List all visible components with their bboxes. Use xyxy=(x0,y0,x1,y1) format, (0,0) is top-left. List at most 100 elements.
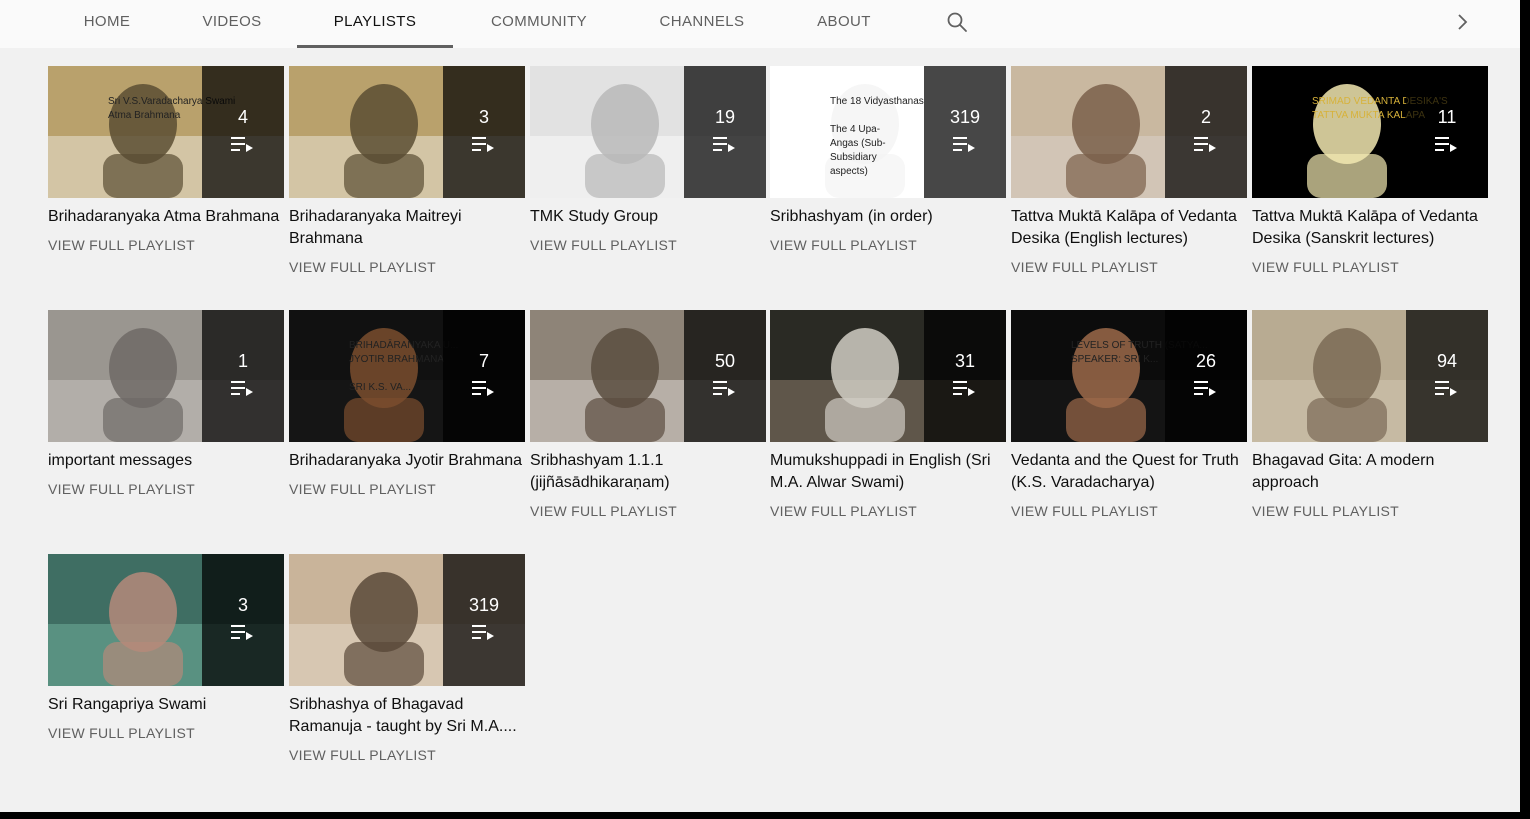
playlist-title[interactable]: Sribhashyam (in order) xyxy=(770,206,1006,228)
playlist-title[interactable]: Brihadaranyaka Atma Brahmana xyxy=(48,206,284,228)
playlist-count-overlay: 31 xyxy=(924,310,1006,442)
svg-text:SPEAKER: SRI K...: SPEAKER: SRI K... xyxy=(1071,354,1158,365)
playlist-thumbnail[interactable]: BRIHADĀRANYAKA U... JYOTIR BRAHMANA SRI K.… xyxy=(289,310,525,442)
svg-text:Subsidiary: Subsidiary xyxy=(830,152,877,163)
playlist-play-icon xyxy=(713,137,735,152)
playlist-card: 319 Sribhashya of Bhagavad Ramanuja - ta… xyxy=(289,554,525,763)
view-full-playlist-link[interactable]: VIEW FULL PLAYLIST xyxy=(1252,259,1488,275)
video-count: 26 xyxy=(1195,351,1217,371)
playlist-thumbnail[interactable]: SRIMAD VEDANTA DESIKA'S TATTVA MUKTA KALA… xyxy=(1252,66,1488,198)
playlist-title[interactable]: Vedanta and the Quest for Truth (K.S. Va… xyxy=(1011,450,1247,494)
playlist-title[interactable]: Tattva Muktā Kalāpa of Vedanta Desika (E… xyxy=(1011,206,1247,250)
playlist-count-overlay: 2 xyxy=(1165,66,1247,198)
playlist-thumbnail[interactable]: 19 xyxy=(530,66,766,198)
playlist-card: 1 important messages VIEW FULL PLAYLIST xyxy=(48,310,284,497)
playlist-card: LEVELS OF TRUTH (SATYA... SPEAKER: SRI K.… xyxy=(1011,310,1247,519)
playlist-thumbnail[interactable]: LEVELS OF TRUTH (SATYA... SPEAKER: SRI K.… xyxy=(1011,310,1247,442)
view-full-playlist-link[interactable]: VIEW FULL PLAYLIST xyxy=(1011,503,1247,519)
playlist-title[interactable]: Sribhashyam 1.1.1 (jijñāsādhikaraṇam) xyxy=(530,450,766,494)
playlist-thumbnail[interactable]: 1 xyxy=(48,310,284,442)
playlist-play-icon xyxy=(231,137,253,152)
playlist-play-icon xyxy=(472,381,494,396)
playlist-count-overlay: 26 xyxy=(1165,310,1247,442)
channel-tab-bar: HOME VIDEOS PLAYLISTS COMMUNITY CHANNELS… xyxy=(0,0,1520,48)
playlist-count-overlay: 11 xyxy=(1406,66,1488,198)
video-count: 50 xyxy=(714,351,736,371)
playlist-thumbnail[interactable]: 50 xyxy=(530,310,766,442)
playlist-card: 3 Sri Rangapriya Swami VIEW FULL PLAYLIS… xyxy=(48,554,284,741)
view-full-playlist-link[interactable]: VIEW FULL PLAYLIST xyxy=(48,725,284,741)
playlist-title[interactable]: Mumukshuppadi in English (Sri M.A. Alwar… xyxy=(770,450,1006,494)
playlist-card: SRIMAD VEDANTA DESIKA'S TATTVA MUKTA KALA… xyxy=(1252,66,1488,275)
playlist-card: 31 Mumukshuppadi in English (Sri M.A. Al… xyxy=(770,310,1006,519)
playlist-thumbnail[interactable]: 94 xyxy=(1252,310,1488,442)
playlist-thumbnail[interactable]: 3 xyxy=(289,66,525,198)
playlist-thumbnail[interactable]: 319 xyxy=(289,554,525,686)
svg-text:Angas (Sub-: Angas (Sub- xyxy=(830,138,886,149)
playlist-count-overlay: 19 xyxy=(684,66,766,198)
playlist-thumbnail[interactable]: 2 xyxy=(1011,66,1247,198)
playlist-count-overlay: 1 xyxy=(202,310,284,442)
tab-about[interactable]: ABOUT xyxy=(804,0,884,45)
playlist-card: The 18 Vidyasthanas The 4 Upa- Angas (Sub-… xyxy=(770,66,1006,253)
tab-playlists[interactable]: PLAYLISTS xyxy=(297,0,453,48)
view-full-playlist-link[interactable]: VIEW FULL PLAYLIST xyxy=(48,481,284,497)
playlist-card: 94 Bhagavad Gita: A modern approach VIEW… xyxy=(1252,310,1488,519)
playlist-count-overlay: 3 xyxy=(202,554,284,686)
search-icon[interactable] xyxy=(945,10,969,34)
video-count: 1 xyxy=(237,351,248,371)
playlist-title[interactable]: Sribhashya of Bhagavad Ramanuja - taught… xyxy=(289,694,525,738)
video-count: 7 xyxy=(478,351,489,371)
tab-community[interactable]: COMMUNITY xyxy=(476,0,602,45)
svg-text:BRIHADĀRANYAKA U...: BRIHADĀRANYAKA U... xyxy=(349,339,458,351)
view-full-playlist-link[interactable]: VIEW FULL PLAYLIST xyxy=(770,503,1006,519)
view-full-playlist-link[interactable]: VIEW FULL PLAYLIST xyxy=(1011,259,1247,275)
playlist-title[interactable]: TMK Study Group xyxy=(530,206,766,228)
video-count: 2 xyxy=(1200,107,1211,127)
svg-text:The 18 Vidyasthanas: The 18 Vidyasthanas xyxy=(830,96,924,107)
svg-text:JYOTIR BRAHMANA: JYOTIR BRAHMANA xyxy=(349,354,444,365)
playlist-card: 2 Tattva Muktā Kalāpa of Vedanta Desika … xyxy=(1011,66,1247,275)
playlist-title[interactable]: Tattva Muktā Kalāpa of Vedanta Desika (S… xyxy=(1252,206,1488,250)
view-full-playlist-link[interactable]: VIEW FULL PLAYLIST xyxy=(530,503,766,519)
svg-text:SRI K.S. VA...: SRI K.S. VA... xyxy=(349,382,411,393)
video-count: 319 xyxy=(468,595,500,615)
svg-text:The 4 Upa-: The 4 Upa- xyxy=(830,124,880,135)
view-full-playlist-link[interactable]: VIEW FULL PLAYLIST xyxy=(770,237,1006,253)
chevron-right-icon[interactable] xyxy=(1450,10,1474,34)
playlist-count-overlay: 50 xyxy=(684,310,766,442)
playlist-thumbnail[interactable]: 3 xyxy=(48,554,284,686)
video-count: 4 xyxy=(237,107,248,127)
svg-text:Atma Brahmana: Atma Brahmana xyxy=(108,110,181,121)
playlist-title[interactable]: Brihadaranyaka Maitreyi Brahmana xyxy=(289,206,525,250)
view-full-playlist-link[interactable]: VIEW FULL PLAYLIST xyxy=(289,747,525,763)
tab-home[interactable]: HOME xyxy=(62,0,152,45)
playlist-play-icon xyxy=(231,625,253,640)
video-count: 31 xyxy=(954,351,976,371)
view-full-playlist-link[interactable]: VIEW FULL PLAYLIST xyxy=(48,237,284,253)
playlist-card: 50 Sribhashyam 1.1.1 (jijñāsādhikaraṇam)… xyxy=(530,310,766,519)
playlist-play-icon xyxy=(1194,137,1216,152)
svg-text:aspects): aspects) xyxy=(830,166,868,177)
tab-channels[interactable]: CHANNELS xyxy=(646,0,758,45)
playlist-play-icon xyxy=(472,625,494,640)
view-full-playlist-link[interactable]: VIEW FULL PLAYLIST xyxy=(1252,503,1488,519)
view-full-playlist-link[interactable]: VIEW FULL PLAYLIST xyxy=(530,237,766,253)
playlist-play-icon xyxy=(231,381,253,396)
playlist-play-icon xyxy=(1435,381,1457,396)
view-full-playlist-link[interactable]: VIEW FULL PLAYLIST xyxy=(289,259,525,275)
video-count: 3 xyxy=(237,595,248,615)
playlist-count-overlay: 94 xyxy=(1406,310,1488,442)
playlist-thumbnail[interactable]: The 18 Vidyasthanas The 4 Upa- Angas (Sub-… xyxy=(770,66,1006,198)
playlist-title[interactable]: Sri Rangapriya Swami xyxy=(48,694,284,716)
view-full-playlist-link[interactable]: VIEW FULL PLAYLIST xyxy=(289,481,525,497)
playlist-title[interactable]: Brihadaranyaka Jyotir Brahmana xyxy=(289,450,525,472)
playlist-title[interactable]: Bhagavad Gita: A modern approach xyxy=(1252,450,1488,494)
playlist-thumbnail[interactable]: Sri V.S.Varadacharya Swami Atma Brahmana … xyxy=(48,66,284,198)
tab-videos[interactable]: VIDEOS xyxy=(190,0,274,45)
playlist-card: 19 TMK Study Group VIEW FULL PLAYLIST xyxy=(530,66,766,253)
playlist-thumbnail[interactable]: 31 xyxy=(770,310,1006,442)
playlist-card: BRIHADĀRANYAKA U... JYOTIR BRAHMANA SRI K.… xyxy=(289,310,525,497)
playlist-play-icon xyxy=(1435,137,1457,152)
playlist-title[interactable]: important messages xyxy=(48,450,284,472)
